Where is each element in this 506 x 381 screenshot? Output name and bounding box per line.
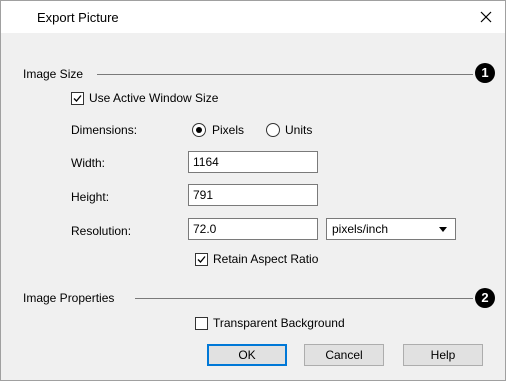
image-properties-section-label: Image Properties: [23, 291, 115, 305]
dimensions-label: Dimensions:: [71, 123, 138, 137]
retain-aspect-ratio-label: Retain Aspect Ratio: [213, 252, 319, 266]
units-radio-label: Units: [285, 123, 313, 137]
chevron-down-icon: [439, 227, 447, 232]
retain-aspect-ratio-checkbox[interactable]: [195, 253, 208, 266]
use-active-window-size-label: Use Active Window Size: [89, 91, 219, 105]
help-button[interactable]: Help: [403, 344, 483, 366]
resolution-unit-value: pixels/inch: [332, 222, 389, 236]
use-active-window-size-checkbox[interactable]: [71, 92, 84, 105]
image-size-section-label: Image Size: [23, 67, 84, 81]
resolution-label: Resolution:: [71, 224, 132, 238]
callout-2-badge: 2: [475, 288, 495, 308]
image-size-divider: [97, 74, 473, 75]
dialog-title: Export Picture: [37, 10, 119, 25]
callout-1-badge: 1: [475, 63, 495, 83]
transparent-background-checkbox[interactable]: [195, 317, 208, 330]
height-input[interactable]: 791: [188, 184, 318, 206]
resolution-input[interactable]: 72.0: [188, 218, 318, 240]
transparent-background-label: Transparent Background: [213, 316, 345, 330]
width-label: Width:: [71, 156, 106, 170]
title-bar: Export Picture: [1, 1, 505, 33]
close-icon[interactable]: [473, 5, 499, 29]
cancel-button[interactable]: Cancel: [304, 344, 384, 366]
resolution-unit-select[interactable]: pixels/inch: [326, 218, 456, 240]
units-radio[interactable]: [266, 123, 280, 137]
width-input[interactable]: 1164: [188, 151, 318, 173]
pixels-radio[interactable]: [192, 123, 206, 137]
image-properties-divider: [135, 298, 473, 299]
pixels-radio-label: Pixels: [212, 123, 245, 137]
export-picture-dialog: Export Picture Image Size 1 Use Active W…: [0, 0, 506, 381]
ok-button[interactable]: OK: [207, 344, 287, 366]
height-label: Height:: [71, 190, 110, 204]
